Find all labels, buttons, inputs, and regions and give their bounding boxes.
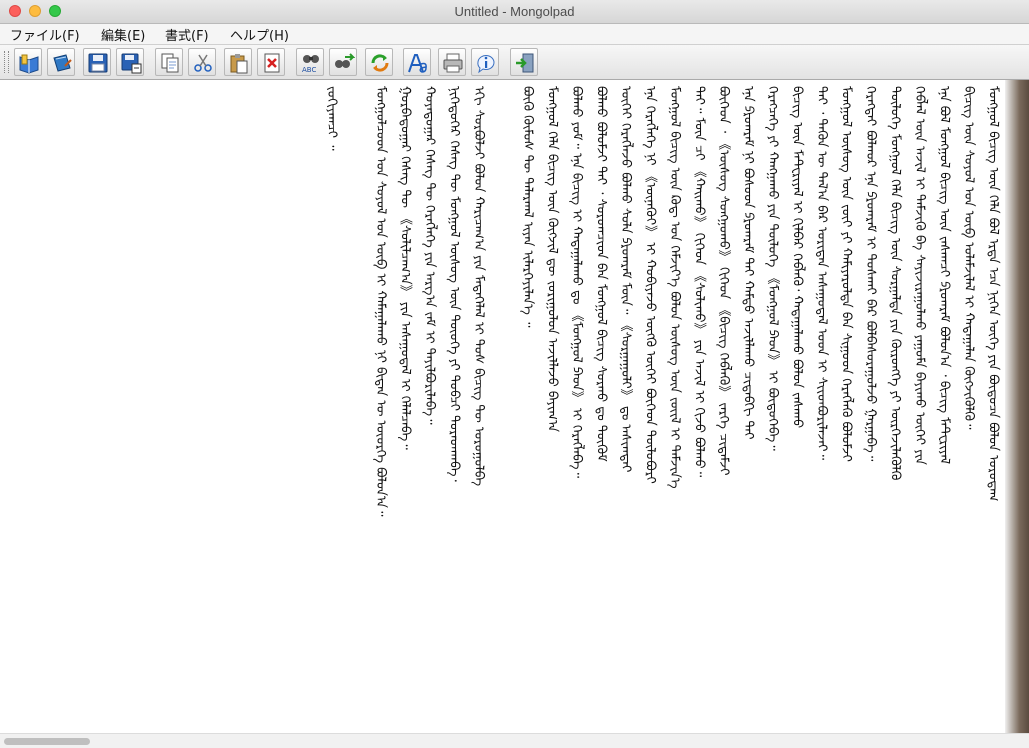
text-column[interactable]: ᠮᠣᠩᠭᠣᠯ ᠪᠢᠴᠢᠭ ᠦᠨ ᠬᠡᠯᠡ ᠪᠣᠯ ᠡᠷᠲᠡ ᠡᠴᠡ ᠨᠢᠭᠡᠨ … [981,86,1006,726]
text-column[interactable]: ᠬᠡᠷᠡᠭᠲᠡᠢ ᠪᠣᠯᠬᠣᠷ ᠡᠨᠡ ᠫᠷᠣᠭ᠍ᠷᠠᠮ ᠢ ᠲᠤᠰᠬᠠᠢ ᠪᠡ… [858,86,883,726]
exit-button[interactable] [510,48,538,76]
copy-icon [161,53,179,73]
toolbar: ABC [0,45,1029,80]
printer-icon [443,53,463,73]
text-column[interactable]: ᠬᠡᠷᠡᠭᠴᠡᠭᠡ ᠶᠢ ᠬᠠᠩᠭᠠᠬᠤ ᠶᠢᠨ ᠲᠥᠯᠥᠭᠡ 《ᠮᠣᠩᠭᠣᠯ … [760,86,785,726]
open-book-button[interactable] [14,48,42,76]
text-column[interactable]: ᠡᠨᠡ ᠫᠷᠣᠭ᠍ᠷᠠᠮ ᠨᠢ ᠪᠤᠰᠤᠳ ᠫᠷᠣᠭ᠍ᠷᠠᠮ ᠲᠠᠢ ᠬᠠᠮᠲᠤ… [736,86,761,726]
refresh-icon [371,54,389,72]
font-icon [408,54,427,73]
text-column[interactable]: ᠭᠤᠷᠪᠠᠳᠤᠭᠠᠷ ᠬᠡᠰᠡᠭ ᠲᠦ 《ᠰᠣᠯᠢᠯᠴᠠᠭ᠎ᠠ》 ᠶᠢᠨ ᠠᠰᠠ… [393,86,418,726]
floppy-save-as-icon [121,53,142,74]
horizontal-scroll-thumb[interactable] [4,738,90,745]
text-column[interactable]: ᠡᠨᠡ ᠬᠡᠷᠡᠭᠯᠡᠭᠡ ᠨᠢ 《ᠦᠨᠡᠭᠦᠢ》 ᠢ ᠬᠤᠪᠢᠶᠠᠵᠤ ᠥᠭᠬ… [638,86,663,726]
open-book-icon [19,54,39,74]
binoculars-arrow-icon [335,53,355,68]
editor-area[interactable]: ᠮᠣᠩᠭᠣᠯ ᠪᠢᠴᠢᠭ ᠦᠨ ᠬᠡᠯᠡ ᠪᠣᠯ ᠡᠷᠲᠡ ᠡᠴᠡ ᠨᠢᠭᠡᠨ … [0,80,1029,733]
refresh-button[interactable] [365,48,393,76]
text-column[interactable]: ᠮᠣᠩᠭᠣᠯᠴᠤᠳ ᠤᠨ ᠰᠤᠶᠤᠯ ᠤᠨ ᠦᠪ ᠢ ᠬᠠᠮᠠᠭᠠᠯᠠᠬᠤ ᠨᠢ… [368,86,393,726]
delete-icon [264,53,280,73]
paste-button[interactable] [224,48,252,76]
app-window: Untitled - Mongolpad ファイル(F) 編集(E) 書式(F)… [0,0,1029,748]
window-title: Untitled - Mongolpad [454,4,575,19]
spellcheck-button[interactable]: ABC [296,48,324,76]
text-column[interactable]: ᠮᠣᠩᠭᠣᠯ ᠪᠢᠴᠢᠭ ᠦᠨ ᠺᠣᠳ᠋ ᠤᠨ ᠬᠡᠮᠵᠢᠶ᠎ᠡ ᠪᠣᠯᠤᠨ ᠦ… [662,86,687,726]
floppy-icon [88,53,108,73]
text-column[interactable]: ᠦᠭᠡᠢ ᠬᠡᠷᠡᠭᠯᠡᠵᠦ ᠪᠣᠯᠬᠤ ᠰᠤᠯᠠ ᠫᠷᠣᠭ᠍ᠷᠠᠮ ᠮᠥᠨ᠃ … [613,86,638,726]
text-column[interactable]: ᠡᠨᠡ ᠪᠣᠯ ᠮᠣᠩᠭᠣᠯ ᠪᠢᠴᠢᠭ ᠦᠨ ᠵᠠᠰᠠᠭᠴᠢ ᠫᠷᠣᠭ᠍ᠷᠠᠮ… [932,86,957,726]
edit-book-button[interactable] [47,48,75,76]
menu-format[interactable]: 書式(F) [163,25,211,44]
text-column[interactable]: ᠲᠠᠢ᠃ ᠮᠥᠨ ᠴᠢ 《ᠬᠠᠢᠬᠤ》 ᠬᠢᠭᠡᠳ 《ᠰᠣᠯᠢᠬᠤ》 ᠶᠢᠨ ᠠ… [687,86,712,726]
print-button[interactable] [438,48,466,76]
text-column[interactable]: ᠡᠬᠢ ᠰᠤᠷᠪᠤᠯᠵᠢ ᠪᠣᠯᠤᠨ ᠬᠠᠷᠢᠴᠠᠭ᠎ᠠ ᠶᠢᠨ ᠮᠡᠳᠡᠭᠡᠯ… [466,86,491,726]
title-bar: Untitled - Mongolpad [0,0,1029,24]
scissors-icon [194,54,212,72]
menu-file[interactable]: ファイル(F) [8,25,82,44]
menu-edit[interactable]: 編集(E) [99,25,147,44]
text-column[interactable]: ᠪᠢᠴᠢᠭ ᠦᠨ ᠮᠠᠲ᠋ᠧᠷᠢᠶᠠᠯ ᠢ ᠬᠢᠯᠪᠠᠷ ᠬᠡᠪᠯᠡᠬᠦ᠂ ᠬᠠ… [785,86,810,726]
text-column[interactable]: ᠲᠥᠯᠥᠭᠡ ᠮᠣᠩᠭᠣᠯ ᠬᠡᠯᠡ ᠪᠢᠴᠢᠭ ᠦᠨ ᠰᠤᠷᠭᠠᠯᠲᠠ ᠶᠢᠨ… [883,86,908,726]
text-column[interactable]: ᠬᠡᠪᠯᠡᠯ ᠦᠨ ᠠᠵᠢᠯ ᠢ ᠳᠡᠮᠵᠢᠬᠦ ᠪᠠ ᠰᠠᠶᠢᠵᠢᠷᠠᠭᠤᠯᠬ… [907,86,932,726]
about-button[interactable] [471,48,499,76]
desktop-background-strip [1005,80,1029,733]
font-button[interactable] [403,48,431,76]
text-column[interactable]: ᠲᠠᠢ ᠂ ᠲᠡᠭᠦᠨ ᠦ ᠲᠠᠯ᠎ᠠ ᠪᠠᠷ ᠤᠷᠢᠳᠠᠨ ᠠᠰᠠᠭᠤᠳᠠᠯ … [809,86,834,726]
text-column[interactable]: ᠬᠣᠶᠠᠳᠤᠭᠠᠷ ᠬᠡᠰᠡᠭ ᠲᠦ ᠬᠡᠷᠡᠭᠯᠡᠭᠡ ᠶᠢᠨ ᠠᠷᠭ᠎ᠠ ᠵ… [417,86,442,726]
text-column[interactable]: ᠵᠣᠬᠢᠶᠠᠭᠴᠢ ᠃ [319,86,344,151]
delete-button[interactable] [257,48,285,76]
save-as-button[interactable] [116,48,144,76]
binoculars-abc-icon: ABC [302,55,319,74]
text-column[interactable]: ᠮᠣᠩᠭᠣᠯ ᠬᠡᠯᠡ ᠪᠢᠴᠢᠭ ᠦᠨ ᠬᠥᠭᠵᠢᠯ ᠳᠦ ᠵᠣᠷᠢᠭᠤᠯᠤᠨ… [540,86,565,726]
spellcheck-label: ABC [302,66,316,74]
text-column[interactable]: ᠮᠣᠩᠭᠣᠯ ᠦᠰᠦᠭ ᠦᠨ ᠵᠦᠢ ᠶᠢ ᠬᠠᠮᠢᠶᠠᠷᠤᠯᠲᠠ ᠪᠠᠨ ᠰᠢ… [834,86,859,726]
copy-button[interactable] [155,48,183,76]
text-column[interactable]: ᠪᠣᠯᠬᠤ ᠶᠤᠮ᠃ ᠡᠨᠡ ᠪᠢᠴᠢᠭ ᠢ ᠬᠠᠳᠠᠭᠠᠯᠠᠬᠤ ᠳᠤ 《ᠮᠣ… [564,86,589,726]
text-column[interactable]: ᠪᠣᠯᠬᠤ ᠪᠣᠯᠤᠮᠵᠢ ᠲᠠᠢ ᠂ ᠰᠤᠷᠤᠭᠴᠢᠳ ᠪᠠᠨ ᠮᠣᠩᠭᠣᠯ … [589,86,614,726]
text-column[interactable]: ᠪᠥᠭᠡᠳ ᠂ 《ᠦᠰᠦᠭ ᠰᠣᠩᠭᠣᠬᠤ》 ᠬᠢᠭᠡᠳ 《ᠪᠢᠴᠢᠭ ᠬᠡᠪᠯ… [711,86,736,726]
text-column[interactable]: ᠨᠢᠭᠡᠳᠦᠭᠡᠷ ᠬᠡᠰᠡᠭ ᠲᠦ ᠮᠣᠩᠭᠣᠯ ᠦᠰᠦᠭ ᠦᠨ ᠲᠦᠦᠬᠡ … [442,86,467,726]
text-column[interactable]: ᠪᠢᠴᠢᠭ ᠦᠨ ᠰᠣᠶᠣᠯ ᠤᠨ ᠦᠪ ᠤᠯᠠᠮᠵᠢᠯᠠᠯ ᠢ ᠬᠠᠳᠠᠭᠠᠯ… [956,86,981,726]
cut-button[interactable] [188,48,216,76]
paste-icon [230,54,248,74]
mongolian-text-columns[interactable]: ᠮᠣᠩᠭᠣᠯ ᠪᠢᠴᠢᠭ ᠦᠨ ᠬᠡᠯᠡ ᠪᠣᠯ ᠡᠷᠲᠡ ᠡᠴᠡ ᠨᠢᠭᠡᠨ … [0,80,1005,733]
horizontal-scrollbar[interactable] [0,733,1029,748]
menu-help[interactable]: ヘルプ(H) [228,25,291,44]
text-column[interactable]: ᠪᠥᠬᠦ ᠬᠦᠮᠦᠰ ᠲᠦ ᠲᠠᠯᠠᠷᠬᠠᠯ ᠢᠶᠠᠨ ᠢᠯᠡᠷᠬᠡᠶᠢᠯᠡᠨ᠎… [515,86,540,726]
find-replace-button[interactable] [329,48,357,76]
toolbar-grip[interactable] [4,51,9,73]
save-button[interactable] [83,48,111,76]
menu-bar: ファイル(F) 編集(E) 書式(F) ヘルプ(H) [0,24,1029,45]
edit-book-icon [53,54,72,72]
info-icon [477,55,495,74]
exit-door-icon [516,53,534,73]
